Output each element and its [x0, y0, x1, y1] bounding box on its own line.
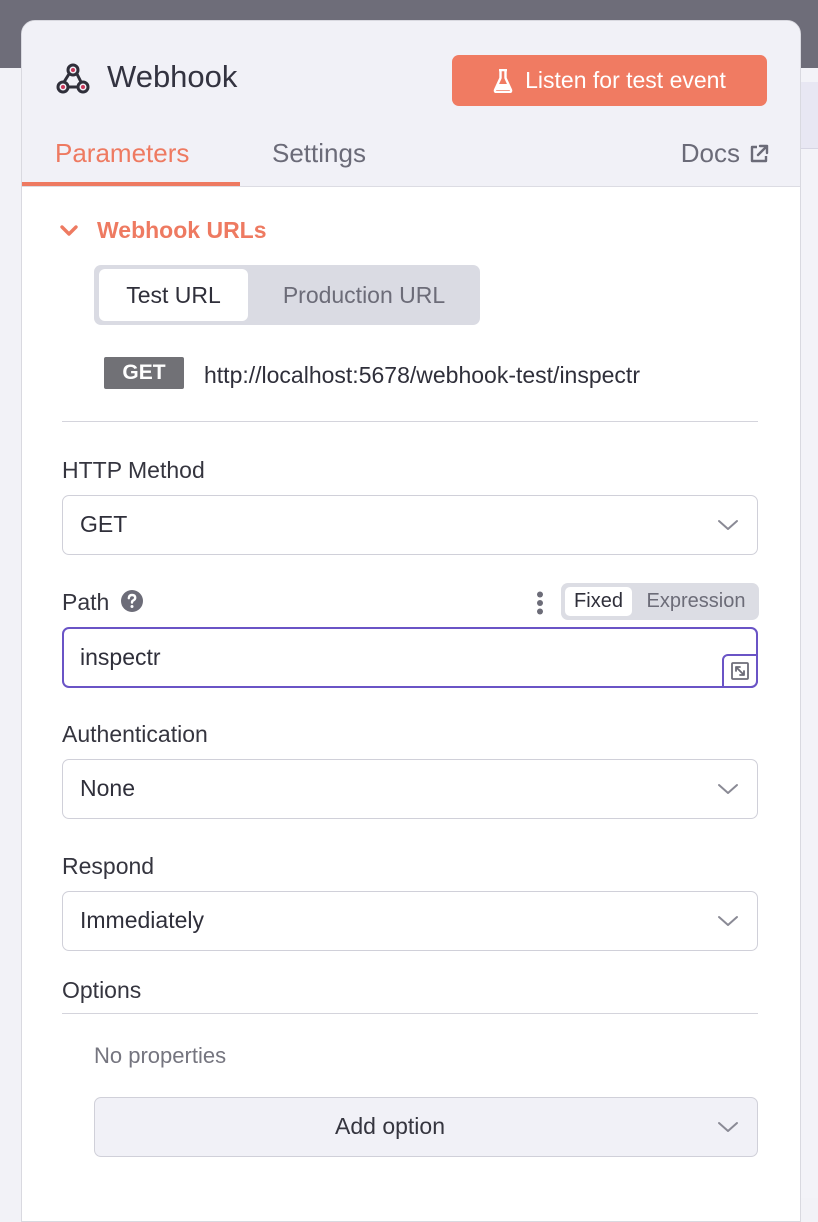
- section-divider: [62, 421, 758, 422]
- webhook-url[interactable]: http://localhost:5678/webhook-test/inspe…: [204, 362, 640, 389]
- kebab-menu-icon[interactable]: [536, 591, 544, 615]
- authentication-select[interactable]: None: [62, 759, 758, 819]
- no-properties-text: No properties: [94, 1043, 227, 1068]
- listen-button-label: Listen for test event: [525, 67, 726, 93]
- panel-header: Webhook Listen for test event Parameters…: [22, 21, 800, 187]
- path-value: inspectr: [80, 644, 161, 670]
- webhook-urls-label: Webhook URLs: [97, 217, 267, 243]
- test-url-tab[interactable]: Test URL: [99, 269, 248, 321]
- production-url-tab[interactable]: Production URL: [254, 269, 474, 321]
- fixed-mode-option[interactable]: Fixed: [565, 587, 632, 616]
- chevron-down-icon: [718, 784, 738, 794]
- http-method-badge: GET: [104, 357, 184, 389]
- node-title: Webhook: [107, 59, 238, 94]
- chevron-down-icon: [718, 916, 738, 926]
- http-method-select[interactable]: GET: [62, 495, 758, 555]
- tab-parameters[interactable]: Parameters: [55, 138, 189, 169]
- http-method-label: HTTP Method: [62, 457, 205, 483]
- help-icon[interactable]: [120, 589, 144, 613]
- respond-label: Respond: [62, 853, 155, 879]
- expand-icon: [731, 662, 749, 680]
- webhook-logo-icon: [56, 63, 90, 94]
- background-stripe: [800, 82, 818, 149]
- respond-select[interactable]: Immediately: [62, 891, 758, 951]
- path-mode-toggle: Fixed Expression: [561, 583, 759, 620]
- external-link-icon: [750, 144, 769, 162]
- flask-icon: [493, 68, 513, 93]
- authentication-label: Authentication: [62, 721, 208, 747]
- node-settings-panel: Webhook Listen for test event Parameters…: [21, 20, 801, 1222]
- url-type-switch: Test URL Production URL: [94, 265, 480, 325]
- chevron-down-icon: [60, 224, 78, 236]
- options-label: Options: [62, 977, 142, 1003]
- expand-editor-button[interactable]: [722, 654, 758, 688]
- active-tab-indicator: [22, 182, 240, 186]
- chevron-down-icon: [718, 520, 738, 530]
- docs-label: Docs: [680, 138, 740, 168]
- path-input[interactable]: inspectr: [62, 627, 758, 688]
- background-canvas: [800, 68, 818, 1198]
- webhook-urls-toggle[interactable]: Webhook URLs: [59, 217, 267, 244]
- options-divider: [62, 1013, 758, 1014]
- expression-mode-option[interactable]: Expression: [639, 587, 753, 616]
- listen-for-test-event-button[interactable]: Listen for test event: [452, 55, 767, 106]
- add-option-label: Add option: [335, 1113, 445, 1139]
- docs-link[interactable]: Docs: [681, 138, 770, 169]
- add-option-button[interactable]: Add option: [94, 1097, 758, 1157]
- tab-settings[interactable]: Settings: [272, 138, 366, 169]
- chevron-down-icon: [718, 1122, 738, 1132]
- authentication-value: None: [80, 775, 135, 801]
- http-method-value: GET: [80, 511, 128, 537]
- path-label: Path: [62, 589, 110, 615]
- respond-value: Immediately: [80, 907, 204, 933]
